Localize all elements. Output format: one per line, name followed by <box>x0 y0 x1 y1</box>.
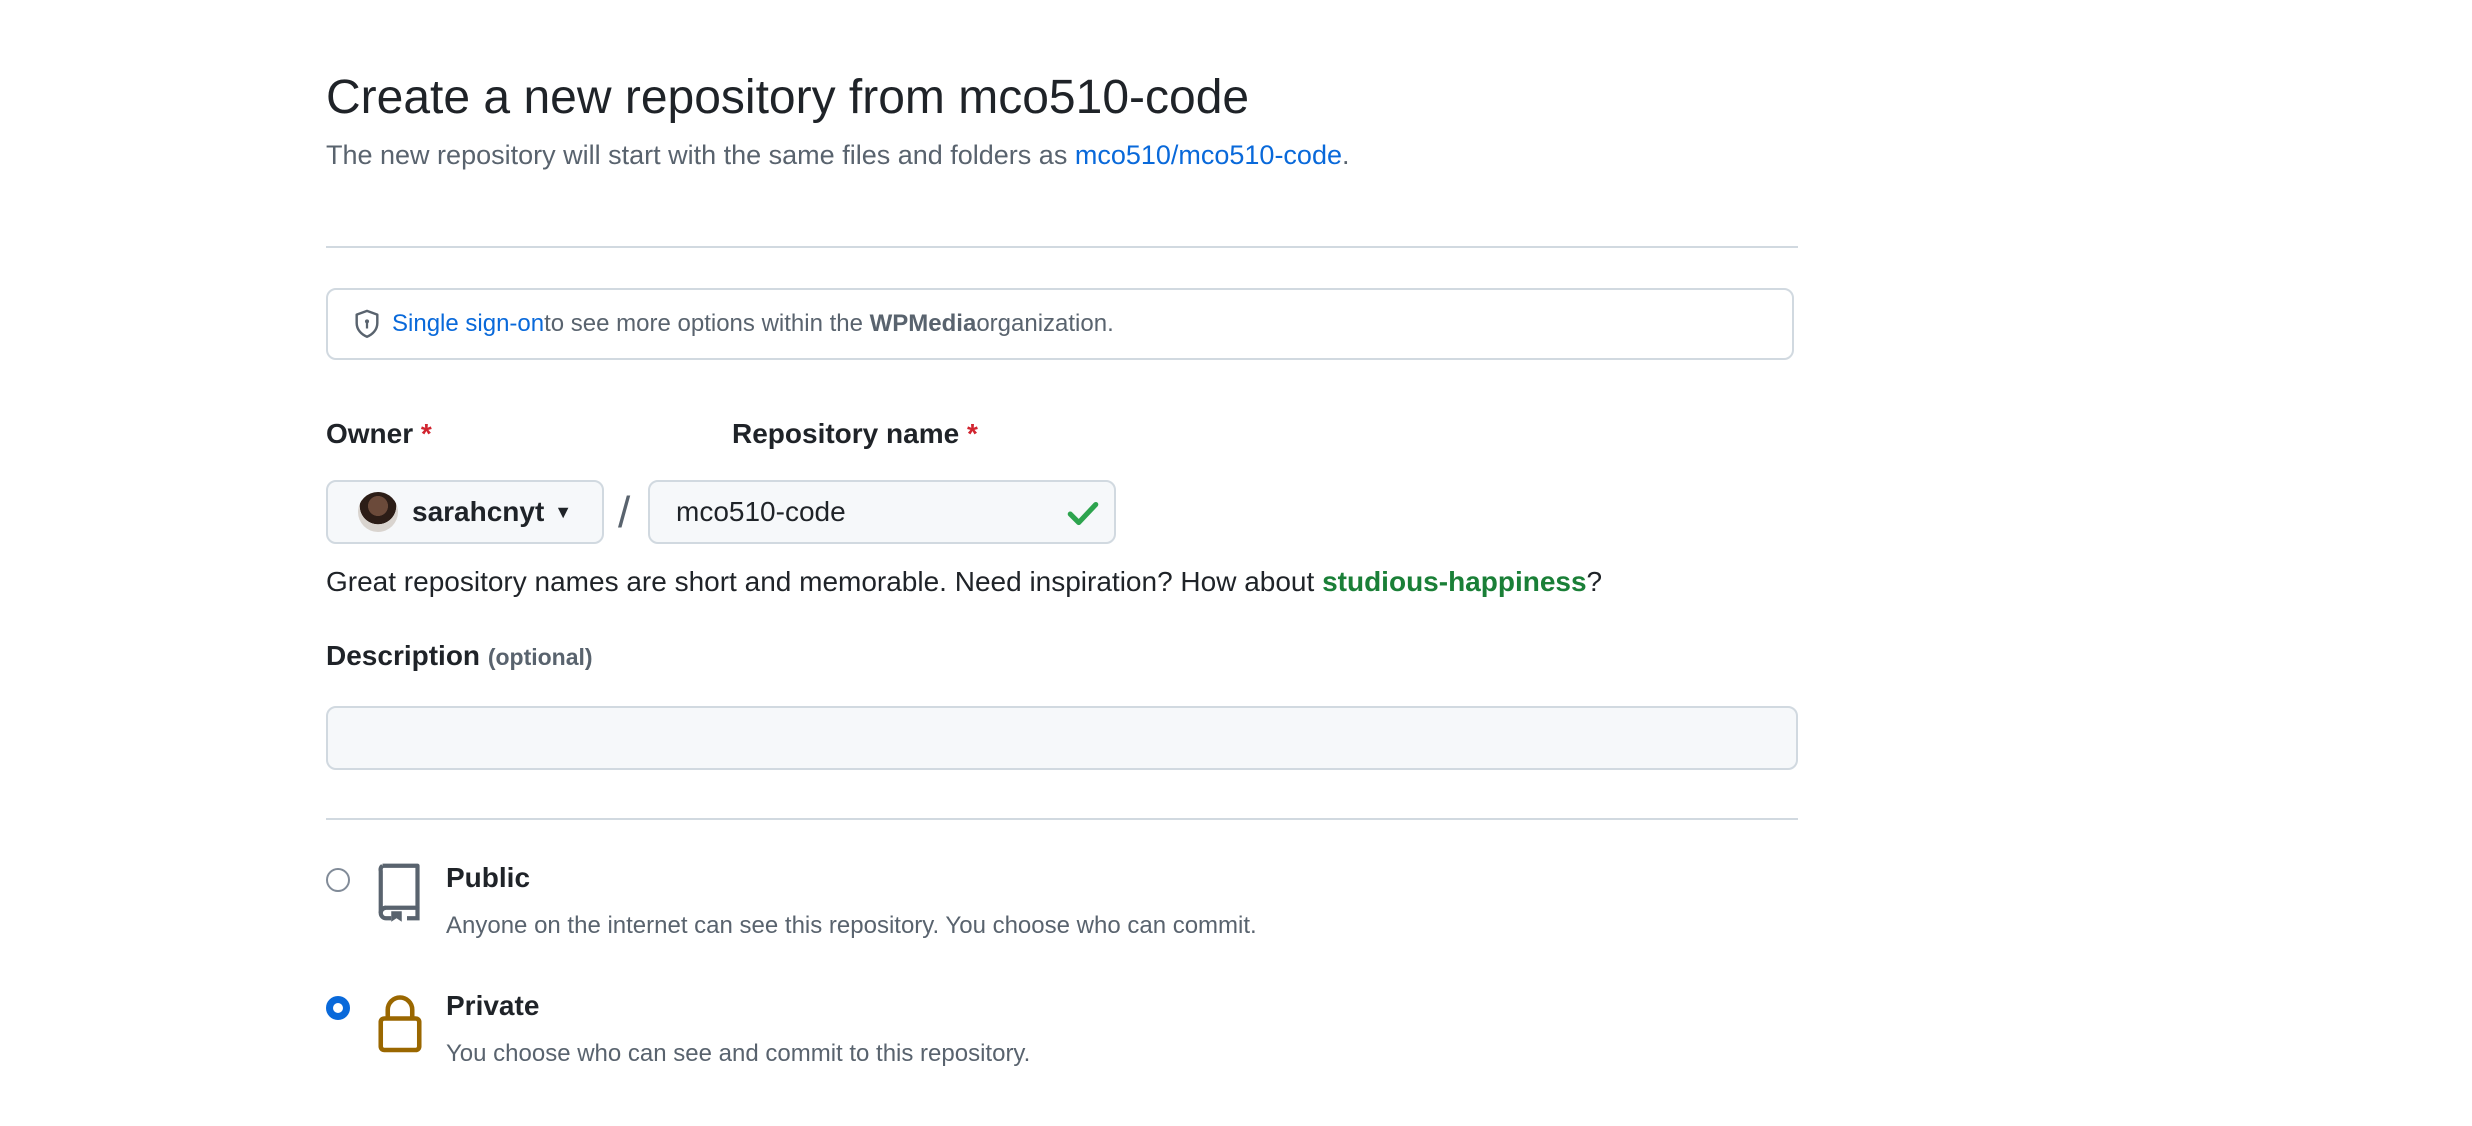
public-option-desc: Anyone on the internet can see this repo… <box>446 912 1257 939</box>
repo-name-label-text: Repository name <box>732 418 960 449</box>
description-label-text: Description <box>326 640 481 671</box>
name-suggestion[interactable]: studious-happiness <box>1322 566 1586 597</box>
owner-label-text: Owner <box>326 418 414 449</box>
required-mark: * <box>966 418 978 449</box>
shield-icon <box>355 309 379 338</box>
owner-dropdown[interactable]: sarahcnyt ▼ <box>326 480 604 544</box>
name-hint-text: Great repository names are short and mem… <box>326 566 1323 597</box>
owner-label: Owner * <box>326 418 432 450</box>
page-title: Create a new repository from mco510-code <box>326 71 1250 124</box>
subtitle-text: The new repository will start with the s… <box>326 140 1075 170</box>
page-subtitle: The new repository will start with the s… <box>326 140 1350 171</box>
name-hint-suffix: ? <box>1586 566 1603 597</box>
repo-icon <box>378 863 420 922</box>
repo-name-input[interactable]: mco510-code <box>648 480 1116 544</box>
subtitle-suffix: . <box>1341 140 1350 170</box>
owner-repo-separator: / <box>618 488 631 537</box>
public-radio[interactable] <box>326 868 350 892</box>
private-option-title: Private <box>446 990 540 1021</box>
sso-link[interactable]: Single sign-on <box>392 310 544 338</box>
description-input[interactable] <box>326 706 1798 770</box>
description-divider <box>326 818 1798 820</box>
optional-tag: (optional) <box>487 644 593 670</box>
sso-text-end: organization. <box>976 310 1114 337</box>
repo-name-label: Repository name * <box>732 418 978 450</box>
required-mark: * <box>420 418 432 449</box>
sso-notice: Single sign-on to see more options withi… <box>326 288 1794 360</box>
private-radio[interactable] <box>326 996 350 1020</box>
description-label: Description (optional) <box>326 640 593 672</box>
sso-text: to see more options within the <box>544 310 863 337</box>
sso-org-name: WPMedia <box>869 310 977 337</box>
header-divider <box>326 246 1798 248</box>
lock-icon <box>378 995 422 1053</box>
caret-down-icon: ▼ <box>554 501 573 522</box>
avatar <box>358 492 398 532</box>
check-icon <box>1067 501 1099 526</box>
public-option-title: Public <box>446 862 531 893</box>
private-option-desc: You choose who can see and commit to thi… <box>446 1040 1031 1067</box>
owner-name: sarahcnyt <box>412 496 545 527</box>
repo-name-value: mco510-code <box>676 496 846 527</box>
name-hint: Great repository names are short and mem… <box>326 566 1602 598</box>
template-repo-link[interactable]: mco510/mco510-code <box>1075 140 1342 170</box>
